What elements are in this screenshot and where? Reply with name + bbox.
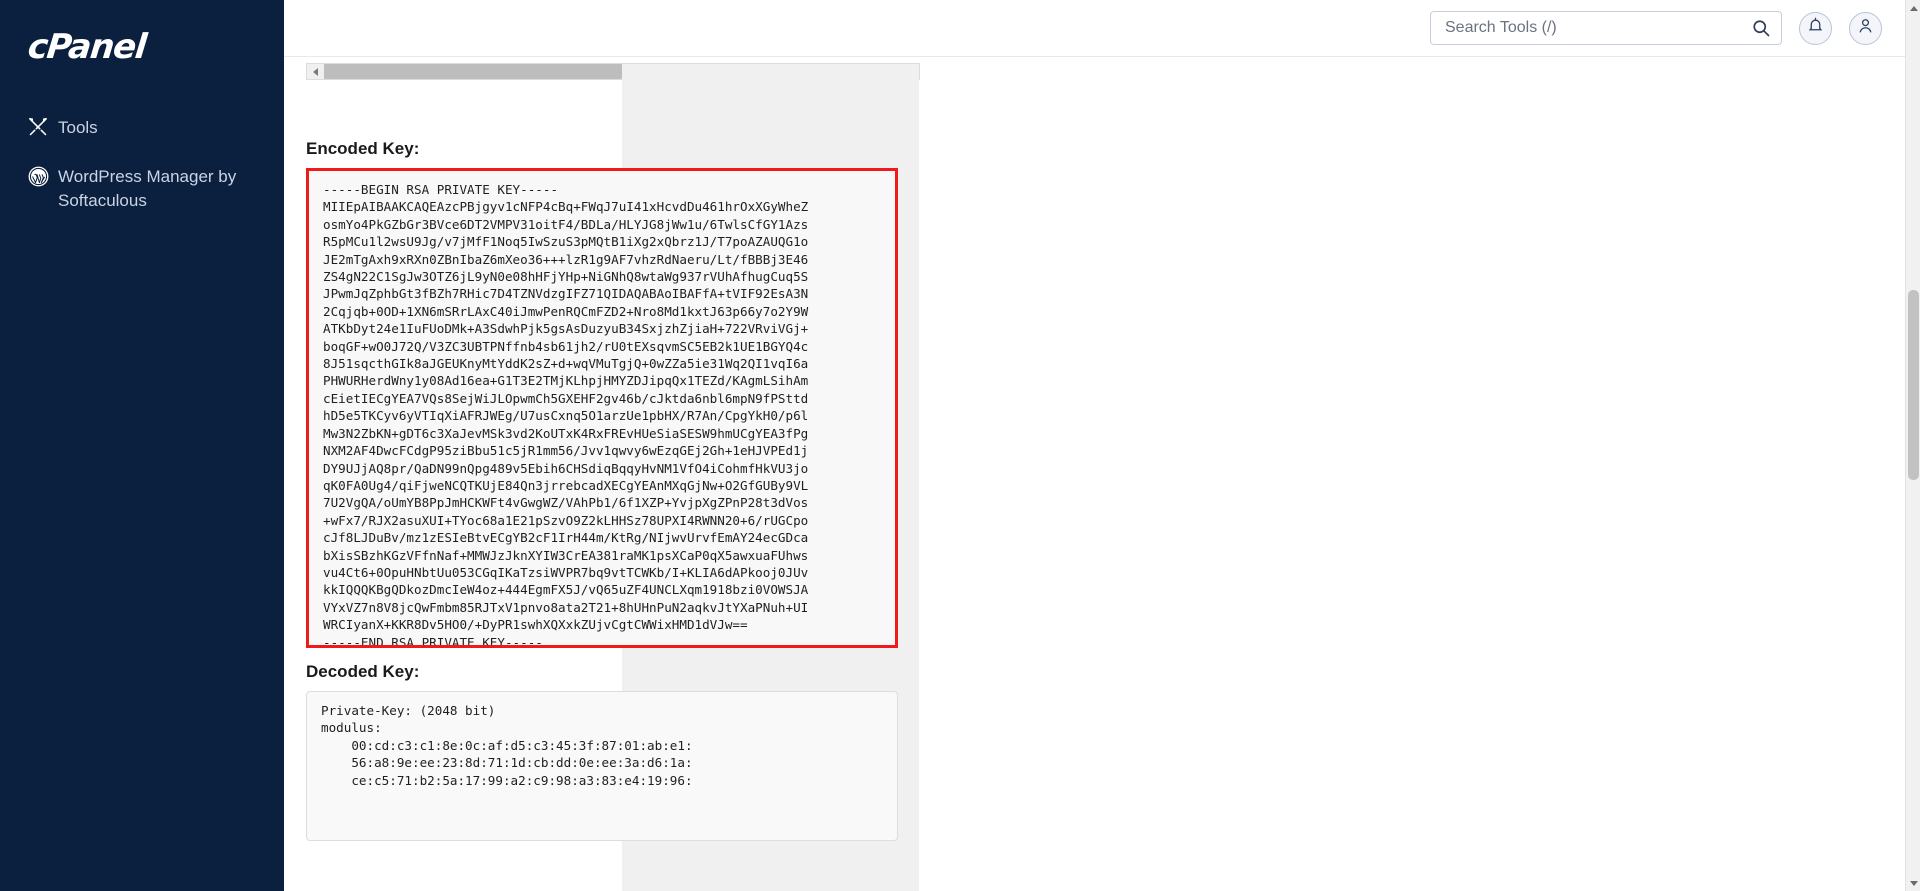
sidebar-nav: Tools WordPress Manager by Softaculous [0, 104, 284, 226]
horizontal-scroll-thumb[interactable] [324, 64, 622, 79]
page-vertical-scrollbar[interactable] [1905, 0, 1920, 891]
cpanel-app: cPanel Tools WordPress Manager by Softac… [0, 0, 1920, 891]
sidebar: cPanel Tools WordPress Manager by Softac… [0, 0, 284, 891]
notifications-button[interactable] [1799, 11, 1832, 45]
chevron-down-icon [1909, 880, 1918, 886]
search-icon[interactable] [1751, 18, 1771, 38]
wordpress-icon [28, 166, 58, 187]
scroll-up-button[interactable] [1906, 0, 1920, 16]
search-tools-box[interactable] [1430, 11, 1782, 45]
sidebar-item-wordpress-manager[interactable]: WordPress Manager by Softaculous [0, 153, 284, 226]
sidebar-item-label-tools: Tools [58, 118, 98, 137]
brand-logo[interactable]: cPanel [0, 0, 284, 96]
cpanel-logo-text: cPanel [25, 27, 148, 67]
main-region: Encoded Key: -----BEGIN RSA PRIVATE KEY-… [284, 0, 1920, 891]
account-button[interactable] [1849, 11, 1882, 45]
sidebar-item-label-wordpress-manager: WordPress Manager by Softaculous [58, 166, 237, 211]
content-area: Encoded Key: -----BEGIN RSA PRIVATE KEY-… [284, 57, 1920, 891]
tools-icon [28, 117, 58, 137]
sidebar-item-tools[interactable]: Tools [0, 104, 284, 153]
chevron-left-icon [313, 67, 318, 76]
scroll-left-button[interactable] [307, 64, 324, 79]
user-icon [1857, 17, 1874, 39]
decoded-key-textbox[interactable]: Private-Key: (2048 bit) modulus: 00:cd:c… [306, 691, 898, 841]
bell-icon [1807, 17, 1824, 39]
chevron-up-icon [1909, 5, 1918, 11]
top-header [284, 0, 1920, 57]
encoded-key-label: Encoded Key: [306, 139, 420, 158]
decoded-key-section: Decoded Key: Private-Key: (2048 bit) mod… [306, 662, 898, 841]
decoded-key-label: Decoded Key: [306, 662, 420, 681]
search-input[interactable] [1445, 19, 1751, 37]
horizontal-scrollbar[interactable] [306, 63, 920, 891]
scroll-down-button[interactable] [1906, 875, 1920, 891]
vertical-scroll-thumb[interactable] [1908, 290, 1919, 480]
encoded-key-section: Encoded Key: -----BEGIN RSA PRIVATE KEY-… [306, 139, 898, 648]
horizontal-scroll-track[interactable] [324, 64, 622, 79]
encoded-key-textbox[interactable]: -----BEGIN RSA PRIVATE KEY----- MIIEpAIB… [306, 168, 898, 648]
